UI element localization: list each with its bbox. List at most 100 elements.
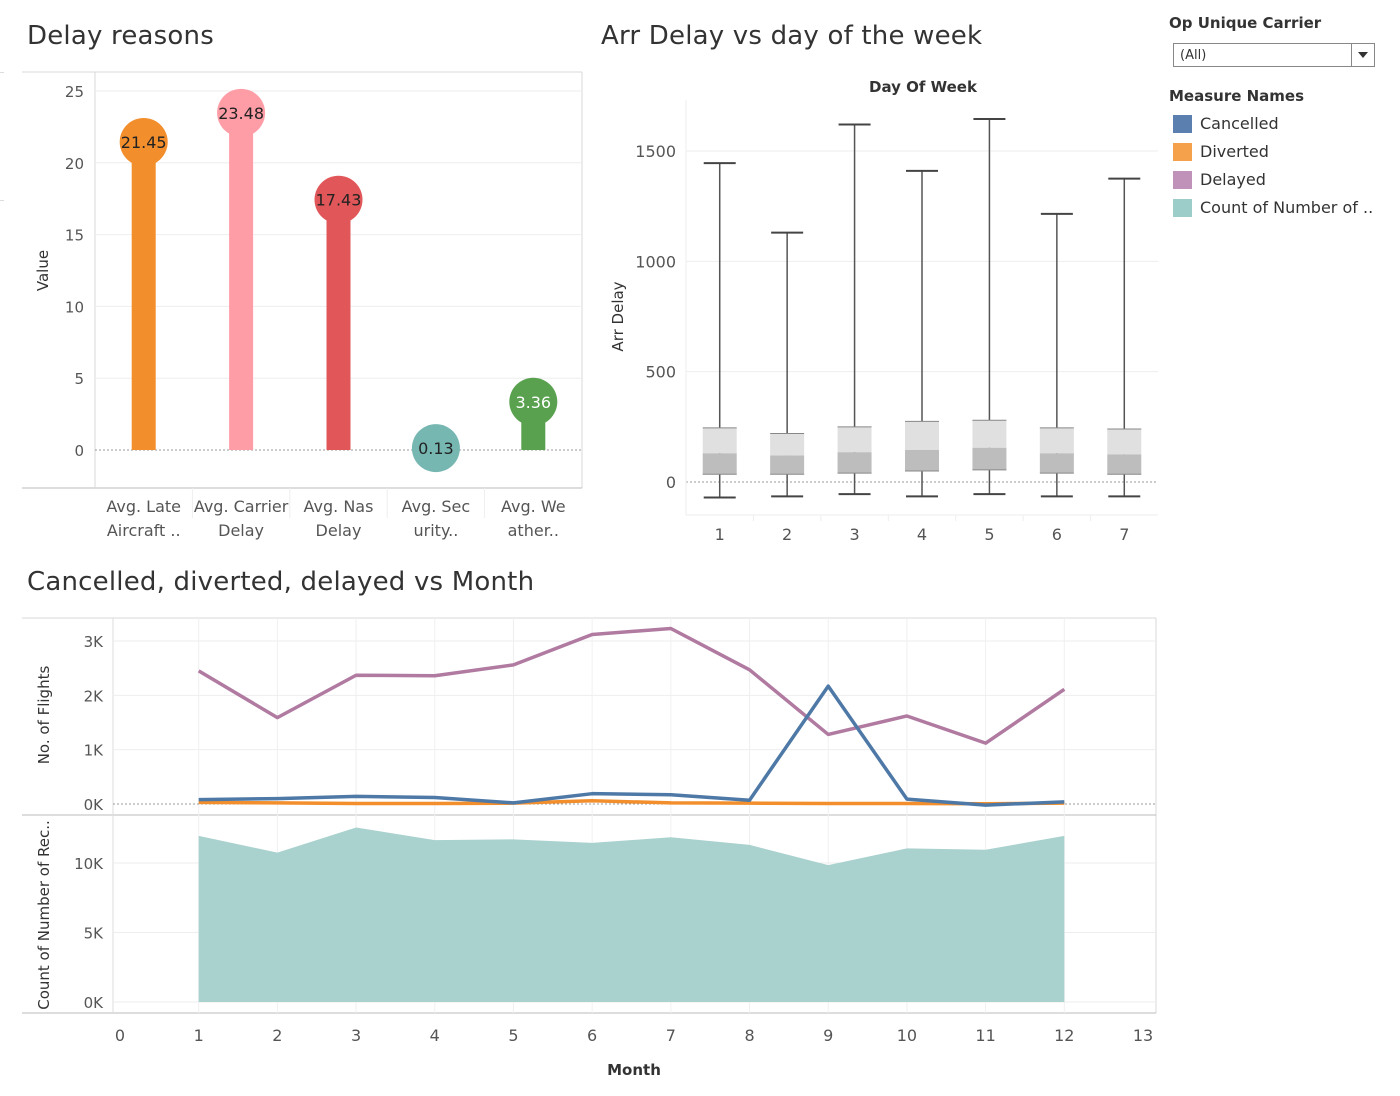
y-tick-label: 5K (84, 925, 105, 943)
x-axis-title: Month (607, 1061, 661, 1079)
legend-swatch (1173, 143, 1192, 161)
bar (131, 141, 156, 450)
bar (326, 199, 351, 450)
x-tick-label: urity.. (414, 521, 459, 540)
box-lower (1039, 453, 1074, 474)
x-axis-title: Day Of Week (869, 78, 978, 96)
x-tick-label: 1 (715, 525, 725, 544)
data-label: 21.45 (121, 133, 167, 152)
data-label: 3.36 (515, 393, 551, 412)
legend-swatch (1173, 199, 1192, 217)
arr-delay-boxplot: Day Of Week 0 500 1000 1500 Arr Delay 1 2 3 4 5 6 7 (609, 78, 1158, 544)
x-tick-label: 2 (782, 525, 792, 544)
y-tick-label: 0K (84, 994, 105, 1012)
x-tick-label: Aircraft .. (107, 521, 181, 540)
x-tick-label: 8 (744, 1026, 754, 1045)
data-label: 0.13 (418, 439, 454, 458)
x-tick-label: ather.. (508, 521, 559, 540)
x-tick-label: 2 (272, 1026, 282, 1045)
legend-label: Cancelled (1200, 114, 1279, 133)
y-tick-label: 10 (65, 298, 84, 316)
y-axis-label: Arr Delay (609, 281, 627, 351)
box-upper (702, 427, 737, 454)
delay-reasons-title: Delay reasons (27, 21, 214, 51)
x-tick-label: 13 (1133, 1026, 1153, 1045)
box-lower (905, 450, 939, 471)
carrier-dropdown-value: (All) (1180, 48, 1207, 63)
y-tick-label: 3K (84, 633, 105, 651)
legend-label: Count of Number of .. (1200, 198, 1374, 217)
y-tick-label: 2K (84, 687, 105, 705)
bar (229, 112, 254, 450)
x-tick-label: 3 (849, 525, 859, 544)
legend-label: Delayed (1200, 170, 1266, 189)
y-tick-label: 1K (84, 742, 105, 760)
chevron-down-icon[interactable] (1351, 44, 1374, 66)
y-tick-label: 1000 (635, 252, 676, 271)
x-tick-label: 5 (508, 1026, 518, 1045)
boxplot-day-2 (770, 231, 805, 498)
boxplot-day-1 (702, 162, 737, 499)
filter-title: Op Unique Carrier (1169, 14, 1322, 32)
y-tick-label: 5 (74, 370, 84, 388)
box-lower (770, 455, 805, 475)
line-series-delayed (197, 626, 1066, 745)
y-tick-label: 25 (65, 83, 84, 101)
y-tick-label: 500 (645, 363, 676, 382)
boxplot-day-6 (1039, 212, 1074, 498)
data-label: 17.43 (316, 191, 362, 210)
y-tick-label: 0 (666, 473, 676, 492)
y-axis-label: Value (34, 250, 52, 291)
x-tick-label: Avg. We (501, 497, 566, 516)
x-tick-label: 12 (1054, 1026, 1074, 1045)
y-tick-label: 0K (84, 796, 105, 814)
line-series-cancelled (198, 684, 1065, 807)
arr-delay-title: Arr Delay vs day of the week (601, 21, 983, 51)
x-tick-label: Avg. Carrier (194, 497, 289, 516)
x-tick-label: Avg. Sec (402, 497, 471, 516)
x-tick-label: 5 (984, 525, 994, 544)
x-tick-label: 9 (823, 1026, 833, 1045)
y-tick-label: 0 (74, 442, 84, 460)
box-lower (1107, 454, 1142, 475)
boxplot-day-4 (905, 169, 939, 498)
legend-title: Measure Names (1169, 87, 1305, 105)
y-tick-label: 20 (65, 155, 84, 173)
x-tick-label: 11 (975, 1026, 995, 1045)
x-tick-label: 0 (115, 1026, 125, 1045)
x-tick-label: 6 (587, 1026, 597, 1045)
y-axis-label: Count of Number of Rec.. (35, 820, 53, 1010)
boxplot-day-5 (972, 118, 1007, 496)
x-tick-label: 7 (1119, 525, 1129, 544)
box-lower (702, 453, 737, 475)
boxplot-day-3 (837, 123, 872, 496)
box-upper (1107, 429, 1142, 455)
data-label: 23.48 (218, 104, 264, 123)
x-tick-label: 1 (194, 1026, 204, 1045)
x-tick-label: Delay (218, 521, 264, 540)
x-tick-label: 3 (351, 1026, 361, 1045)
box-upper (837, 426, 872, 453)
delay-reasons-chart: 0 5 10 15 20 25 Value 21.45 Avg. Late Aircraft ..… (22, 71, 583, 540)
monthly-title: Cancelled, diverted, delayed vs Month (27, 567, 535, 597)
box-upper (905, 421, 939, 451)
legend-label: Diverted (1200, 142, 1269, 161)
x-tick-label: 6 (1052, 525, 1062, 544)
y-tick-label: 10K (74, 855, 104, 873)
carrier-dropdown[interactable]: (All) (1173, 43, 1375, 67)
box-upper (972, 420, 1007, 448)
x-tick-label: 4 (917, 525, 927, 544)
x-tick-label: Avg. Nas (304, 497, 374, 516)
box-lower (837, 452, 872, 474)
x-tick-label: 4 (430, 1026, 440, 1045)
x-tick-label: 10 (897, 1026, 917, 1045)
legend-swatch (1173, 115, 1192, 133)
y-tick-label: 15 (65, 227, 84, 245)
box-upper (1039, 427, 1074, 454)
legend-swatch (1173, 171, 1192, 189)
x-tick-label: Avg. Late (106, 497, 181, 516)
x-tick-label: Delay (316, 521, 362, 540)
box-lower (972, 447, 1007, 470)
y-tick-label: 1500 (635, 142, 676, 161)
y-axis-label: No. of Flights (35, 666, 53, 765)
